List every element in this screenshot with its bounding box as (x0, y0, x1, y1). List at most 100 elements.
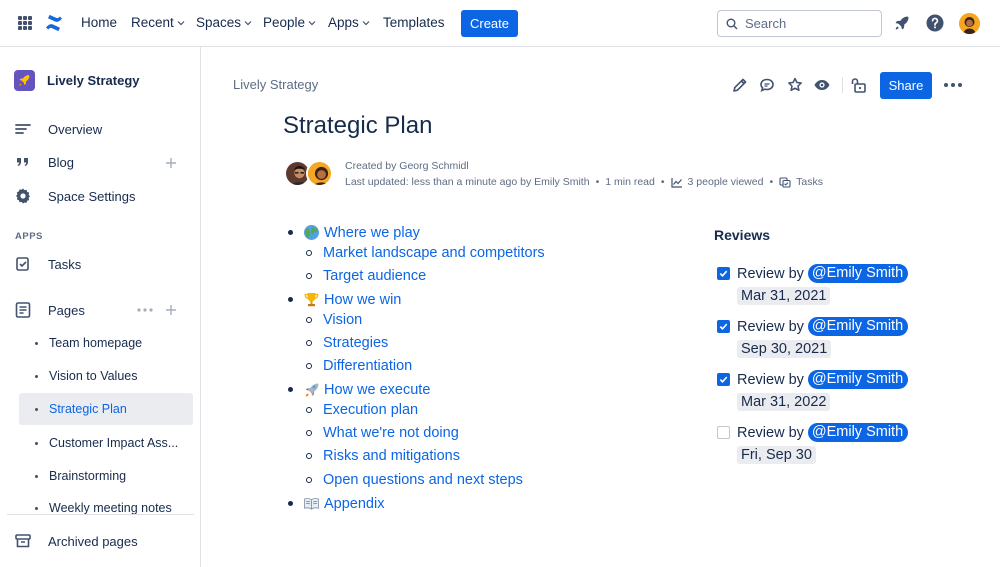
user-mention[interactable]: @Emily Smith (807, 423, 909, 442)
more-options-icon[interactable] (944, 77, 962, 93)
breadcrumb[interactable]: Lively Strategy (233, 77, 318, 92)
page-tasks-link[interactable]: Tasks (779, 174, 823, 190)
search-box[interactable] (717, 10, 882, 37)
page-tree-item[interactable]: Vision to Values (19, 360, 193, 392)
nav-templates[interactable]: Templates (383, 15, 445, 30)
last-updated-text: Last updated: less than a minute ago by … (345, 176, 590, 188)
sidebar-item-tasks[interactable]: Tasks (14, 256, 194, 272)
outline-subitem[interactable]: Vision (306, 312, 362, 328)
watch-eye-icon[interactable] (813, 76, 831, 94)
meta-separator: • (660, 176, 665, 188)
task-checkbox-checked[interactable] (717, 267, 730, 280)
nav-spaces[interactable]: Spaces (196, 15, 252, 30)
space-header[interactable]: Lively Strategy (14, 70, 140, 91)
comment-icon[interactable] (758, 76, 776, 94)
chevron-down-icon (362, 20, 370, 25)
outline-section[interactable]: Where we play (284, 224, 420, 241)
bullet-dot (288, 501, 293, 506)
share-button[interactable]: Share (880, 72, 932, 99)
add-page-icon[interactable] (165, 304, 177, 316)
outline-section[interactable]: Appendix (284, 495, 384, 512)
outline-subitem[interactable]: Risks and mitigations (306, 448, 460, 464)
edit-pencil-icon[interactable] (731, 76, 749, 94)
contributors-avatars[interactable] (284, 160, 334, 188)
sidebar-divider (7, 514, 194, 515)
nav-recent[interactable]: Recent (131, 15, 185, 30)
outline-subitem-label: Differentiation (323, 358, 413, 374)
contributor-avatar[interactable] (306, 160, 333, 187)
page-tree-label: Vision to Values (49, 369, 138, 383)
task-checkbox-checked[interactable] (717, 373, 730, 386)
outline-subitem[interactable]: Execution plan (306, 402, 418, 418)
page-tree-item-active[interactable]: Strategic Plan (19, 393, 193, 425)
outline-subitem[interactable]: Differentiation (306, 358, 412, 374)
page-tree-label: Weekly meeting notes (49, 501, 172, 515)
page-tree-item[interactable]: Brainstorming (19, 460, 193, 492)
user-mention[interactable]: @Emily Smith (807, 370, 909, 389)
bullet-dot (35, 474, 38, 478)
create-button[interactable]: Create (461, 10, 518, 37)
add-blog-icon[interactable] (165, 157, 177, 169)
rocket-notifications-icon[interactable] (892, 13, 912, 33)
nav-apps[interactable]: Apps (328, 15, 370, 30)
nav-people-label: People (263, 15, 306, 30)
sidebar-item-label: Tasks (48, 256, 82, 272)
confluence-logo-icon[interactable] (44, 13, 64, 33)
review-task: Review by @Emily Smith Fri, Sep 30 (717, 423, 917, 464)
sidebar-item-archived-pages[interactable]: Archived pages (14, 533, 194, 549)
created-by-text: Created by Georg Schmidl (345, 160, 469, 172)
nav-home[interactable]: Home (81, 15, 117, 30)
nav-people[interactable]: People (263, 15, 316, 30)
bullet-dot (35, 507, 38, 510)
help-icon[interactable] (925, 13, 945, 33)
app-switcher-icon[interactable] (18, 16, 32, 30)
page-tree-item[interactable]: Team homepage (19, 327, 193, 359)
outline-subitem-label: Execution plan (323, 402, 419, 418)
quote-icon (17, 158, 28, 166)
user-mention[interactable]: @Emily Smith (807, 317, 909, 336)
tasks-text: Tasks (796, 176, 823, 188)
page-tree-item[interactable]: Weekly meeting notes (19, 493, 193, 515)
sidebar-item-space-settings[interactable]: Space Settings (14, 187, 194, 205)
outline-subitem[interactable]: Open questions and next steps (306, 472, 523, 488)
bullet-dot (35, 341, 38, 345)
review-task: Review by @Emily Smith Mar 31, 2022 (717, 370, 917, 411)
task-checkbox-unchecked[interactable] (717, 426, 730, 439)
due-date-chip[interactable]: Sep 30, 2021 (737, 340, 832, 358)
outline-subitem[interactable]: Market landscape and competitors (306, 245, 545, 261)
gear-icon (16, 188, 30, 204)
bullet-ring (306, 453, 312, 459)
search-input[interactable] (745, 16, 865, 31)
outline-section-label: How we win (324, 291, 402, 308)
outline-subitem-label: Vision (323, 312, 363, 328)
bullet-dot (288, 387, 293, 392)
user-mention[interactable]: @Emily Smith (807, 264, 909, 283)
check-icon (719, 376, 728, 383)
outline-subitem-label: Strategies (323, 335, 389, 351)
outline-subitem[interactable]: Target audience (306, 268, 426, 284)
due-date-chip[interactable]: Mar 31, 2021 (737, 287, 831, 305)
due-date-chip[interactable]: Fri, Sep 30 (737, 446, 816, 464)
star-icon[interactable] (786, 76, 804, 94)
outline-section[interactable]: How we win (284, 291, 401, 308)
restrictions-unlock-icon[interactable] (850, 76, 868, 94)
outline-section-label: Where we play (324, 224, 420, 241)
more-actions-icon[interactable] (136, 307, 154, 313)
outline-subitem-label: Risks and mitigations (323, 448, 460, 464)
meta-separator: • (595, 176, 600, 188)
outline-section[interactable]: How we execute (284, 381, 430, 398)
bullet-ring (306, 340, 312, 346)
outline-subitem[interactable]: Strategies (306, 335, 388, 351)
sidebar-item-label: Overview (48, 121, 103, 137)
due-date-chip[interactable]: Mar 31, 2022 (737, 393, 831, 411)
bullet-dot (288, 297, 293, 302)
outline-subitem[interactable]: What we're not doing (306, 425, 459, 441)
outline-subitem-label: What we're not doing (323, 425, 459, 441)
page-views[interactable]: 3 people viewed (670, 174, 763, 190)
page-tree-item[interactable]: Customer Impact Ass... (19, 427, 193, 459)
tasks-icon (16, 257, 29, 271)
search-icon (726, 18, 738, 29)
sidebar-item-overview[interactable]: Overview (14, 121, 194, 137)
task-checkbox-checked[interactable] (717, 320, 730, 333)
user-avatar[interactable] (959, 13, 980, 34)
